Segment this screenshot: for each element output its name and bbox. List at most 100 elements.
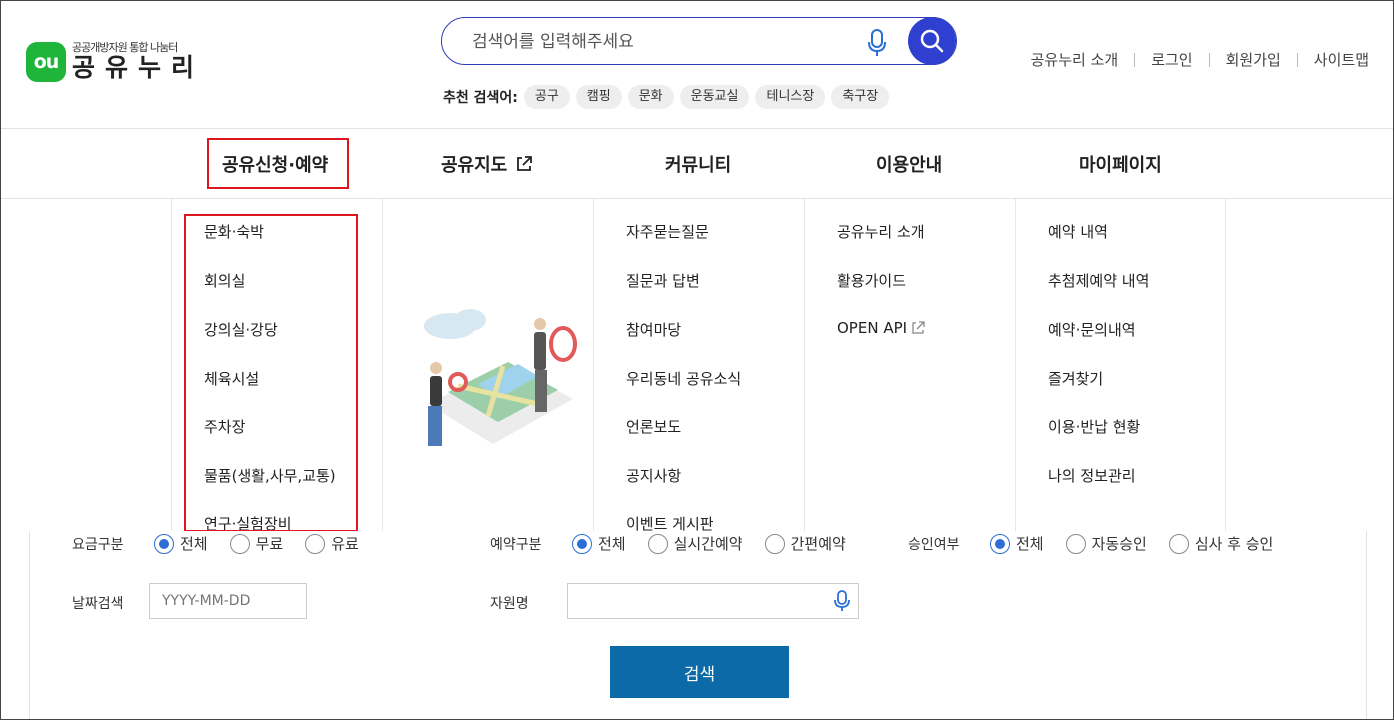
logo-name: 공유누리 [72,53,205,82]
menu-item[interactable]: 나의 정보관리 [1048,465,1136,486]
microphone-icon[interactable] [834,590,850,612]
radio-approval-auto[interactable]: 자동승인 [1065,533,1147,554]
menu-item[interactable]: 질문과 답변 [626,270,700,291]
radio-booking-realtime[interactable]: 실시간예약 [647,533,743,554]
radio-button[interactable] [1168,533,1189,554]
radio-label: 전체 [180,535,208,553]
site-logo[interactable]: ou 공공개방자원 통합 나눔터 공유누리 [26,41,204,82]
radio-label: 간편예약 [790,535,846,553]
menu-item[interactable]: 우리동네 공유소식 [626,368,741,389]
radio-approval-review[interactable]: 심사 후 승인 [1168,533,1274,554]
menu-column-mypage: 예약 내역 추첨제예약 내역 예약·문의내역 즐겨찾기 이용·반납 현황 나의 … [1016,199,1226,531]
menu-item[interactable]: 공지사항 [626,465,681,486]
search-box [441,17,957,65]
menu-item[interactable]: 즐겨찾기 [1048,368,1103,389]
radio-button[interactable] [305,533,326,554]
nav-item-mypage[interactable]: 마이페이지 [1079,151,1162,177]
keyword-tag[interactable]: 운동교실 [679,85,750,109]
recommend-label: 추천 검색어: [443,90,518,106]
radio-label: 전체 [598,535,626,553]
utility-links: 공유누리 소개 로그인 회원가입 사이트맵 [1031,49,1369,70]
menu-column-guide: 공유누리 소개 활용가이드 OPEN API [805,199,1016,531]
radio-fee-paid[interactable]: 유료 [305,533,359,554]
nav-item-guide[interactable]: 이용안내 [876,151,942,177]
radio-button[interactable] [572,533,592,554]
radio-label: 유료 [331,535,359,553]
main-navigation: 공유신청·예약 공유지도 커뮤니티 이용안내 마이페이지 [1,129,1393,199]
divider [1208,52,1210,67]
search-input[interactable] [472,30,852,54]
resource-search-form: 요금구분 전체 무료 유료 예약구분 전체 실시간예약 간편예약 승인여부 전체… [29,531,1367,719]
menu-item-open-api[interactable]: OPEN API [837,319,925,337]
radio-label: 심사 후 승인 [1194,535,1274,553]
radio-label: 자동승인 [1091,535,1147,553]
util-link-about[interactable]: 공유누리 소개 [1031,49,1119,70]
fee-filter: 요금구분 전체 무료 유료 [72,533,381,554]
page-frame: ou 공공개방자원 통합 나눔터 공유누리 추천 검색어: 공구 [0,0,1394,720]
keyword-tag[interactable]: 공구 [523,85,570,109]
radio-button[interactable] [1065,533,1086,554]
radio-approval-all[interactable]: 전체 [990,533,1044,554]
search-icon [920,29,944,53]
nav-label: 이용안내 [876,155,943,176]
logo-text: 공공개방자원 통합 나눔터 공유누리 [72,41,204,82]
menu-item[interactable]: 자주묻는질문 [626,221,709,242]
fee-label: 요금구분 [72,536,124,553]
radio-fee-all[interactable]: 전체 [154,533,208,554]
menu-item[interactable]: 추첨제예약 내역 [1048,270,1149,291]
booking-label: 예약구분 [490,536,542,553]
external-link-icon [912,321,925,334]
approval-label: 승인여부 [908,536,960,553]
recommended-keywords: 추천 검색어: 공구 캠핑 문화 운동교실 테니스장 축구장 [443,85,890,109]
radio-button[interactable] [990,533,1010,554]
nav-label: 마이페이지 [1079,155,1162,176]
external-link-icon [517,156,533,171]
util-link-login[interactable]: 로그인 [1151,49,1192,70]
radio-button[interactable] [154,533,174,554]
keyword-tag[interactable]: 축구장 [831,85,890,109]
menu-item[interactable]: 활용가이드 [837,270,906,291]
highlight-box-menu [184,214,358,532]
menu-column-community: 자주묻는질문 질문과 답변 참여마당 우리동네 공유소식 언론보도 공지사항 이… [594,199,805,533]
date-label: 날짜검색 [72,596,124,612]
menu-item[interactable]: 예약 내역 [1048,221,1108,242]
menu-item[interactable]: 예약·문의내역 [1048,319,1136,340]
radio-booking-all[interactable]: 전체 [572,533,626,554]
radio-label: 전체 [1016,535,1044,553]
nav-item-community[interactable]: 커뮤니티 [665,151,731,177]
radio-booking-simple[interactable]: 간편예약 [764,533,846,554]
resource-name-label: 자원명 [490,596,529,612]
menu-item[interactable]: 참여마당 [626,319,681,340]
keyword-tag[interactable]: 캠핑 [575,85,622,109]
date-input[interactable] [149,583,307,619]
mega-menu: 문화·숙박 회의실 강의실·강당 체육시설 주차장 물품(생활,사무,교통) 연… [1,199,1393,533]
site-header: ou 공공개방자원 통합 나눔터 공유누리 추천 검색어: 공구 [1,1,1393,129]
nav-label: 공유지도 [441,155,508,176]
highlight-box-nav [207,138,349,189]
divider [1134,52,1136,67]
nav-item-share-map[interactable]: 공유지도 [441,151,533,177]
keyword-tag[interactable]: 문화 [627,85,674,109]
radio-label: 실시간예약 [673,535,743,553]
radio-button[interactable] [764,533,785,554]
divider [1296,52,1298,67]
resource-name-input[interactable] [567,583,859,619]
booking-filter: 예약구분 전체 실시간예약 간편예약 [490,533,868,554]
menu-illustration-column [383,199,594,531]
radio-button[interactable] [647,533,668,554]
approval-filter: 승인여부 전체 자동승인 심사 후 승인 [908,533,1295,554]
keyword-tag[interactable]: 테니스장 [755,85,826,109]
menu-item[interactable]: 언론보도 [626,416,681,437]
search-button[interactable] [908,17,956,65]
microphone-icon[interactable] [867,29,887,57]
menu-item-label: OPEN API [837,319,908,337]
radio-fee-free[interactable]: 무료 [229,533,283,554]
util-link-sitemap[interactable]: 사이트맵 [1314,49,1369,70]
radio-button[interactable] [229,533,250,554]
logo-mark-icon: ou [26,41,66,82]
util-link-signup[interactable]: 회원가입 [1226,49,1281,70]
map-illustration-icon [424,309,577,446]
search-submit-button[interactable]: 검색 [610,646,789,698]
menu-item[interactable]: 이용·반납 현황 [1048,416,1140,437]
menu-item[interactable]: 공유누리 소개 [837,221,925,242]
